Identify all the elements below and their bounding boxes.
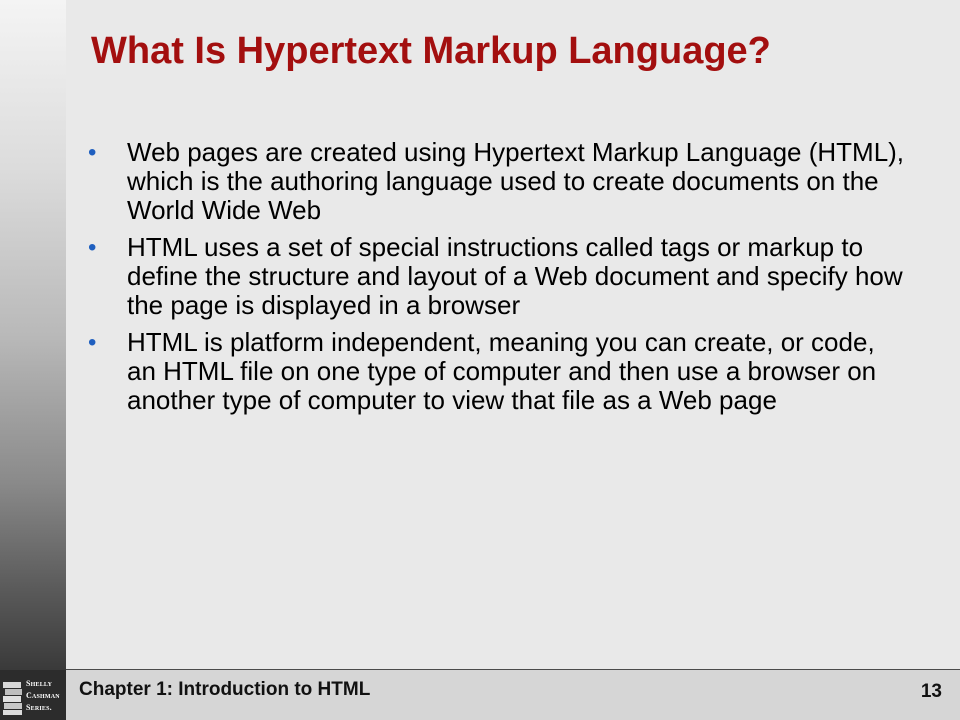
publisher-logo: Shelly Cashman Series. [2, 678, 66, 718]
bullet-dot-icon: • [88, 234, 97, 261]
logo-line-1: Shelly [26, 679, 53, 688]
bullet-dot-icon: • [88, 329, 97, 356]
logo-line-2: Cashman [26, 691, 60, 700]
logo-text: Shelly Cashman Series. [26, 678, 66, 714]
left-gradient-bar [0, 0, 66, 670]
bullet-item: • Web pages are created using Hypertext … [88, 138, 908, 225]
slide-title: What Is Hypertext Markup Language? [91, 30, 771, 72]
bullet-list: • Web pages are created using Hypertext … [88, 138, 908, 423]
bullet-text: HTML uses a set of special instructions … [127, 232, 903, 320]
bullet-item: • HTML uses a set of special instruction… [88, 233, 908, 320]
slide: Shelly Cashman Series. What Is Hypertext… [0, 0, 960, 720]
page-number: 13 [920, 681, 942, 702]
footer-divider [66, 669, 960, 670]
bullet-text: HTML is platform independent, meaning yo… [127, 327, 877, 415]
bullet-dot-icon: • [88, 139, 97, 166]
bullet-text: Web pages are created using Hypertext Ma… [127, 137, 905, 225]
footer-chapter-label: Chapter 1: Introduction to HTML [79, 679, 371, 700]
logo-line-3: Series. [26, 703, 52, 712]
bullet-item: • HTML is platform independent, meaning … [88, 328, 908, 415]
books-icon [3, 682, 22, 715]
